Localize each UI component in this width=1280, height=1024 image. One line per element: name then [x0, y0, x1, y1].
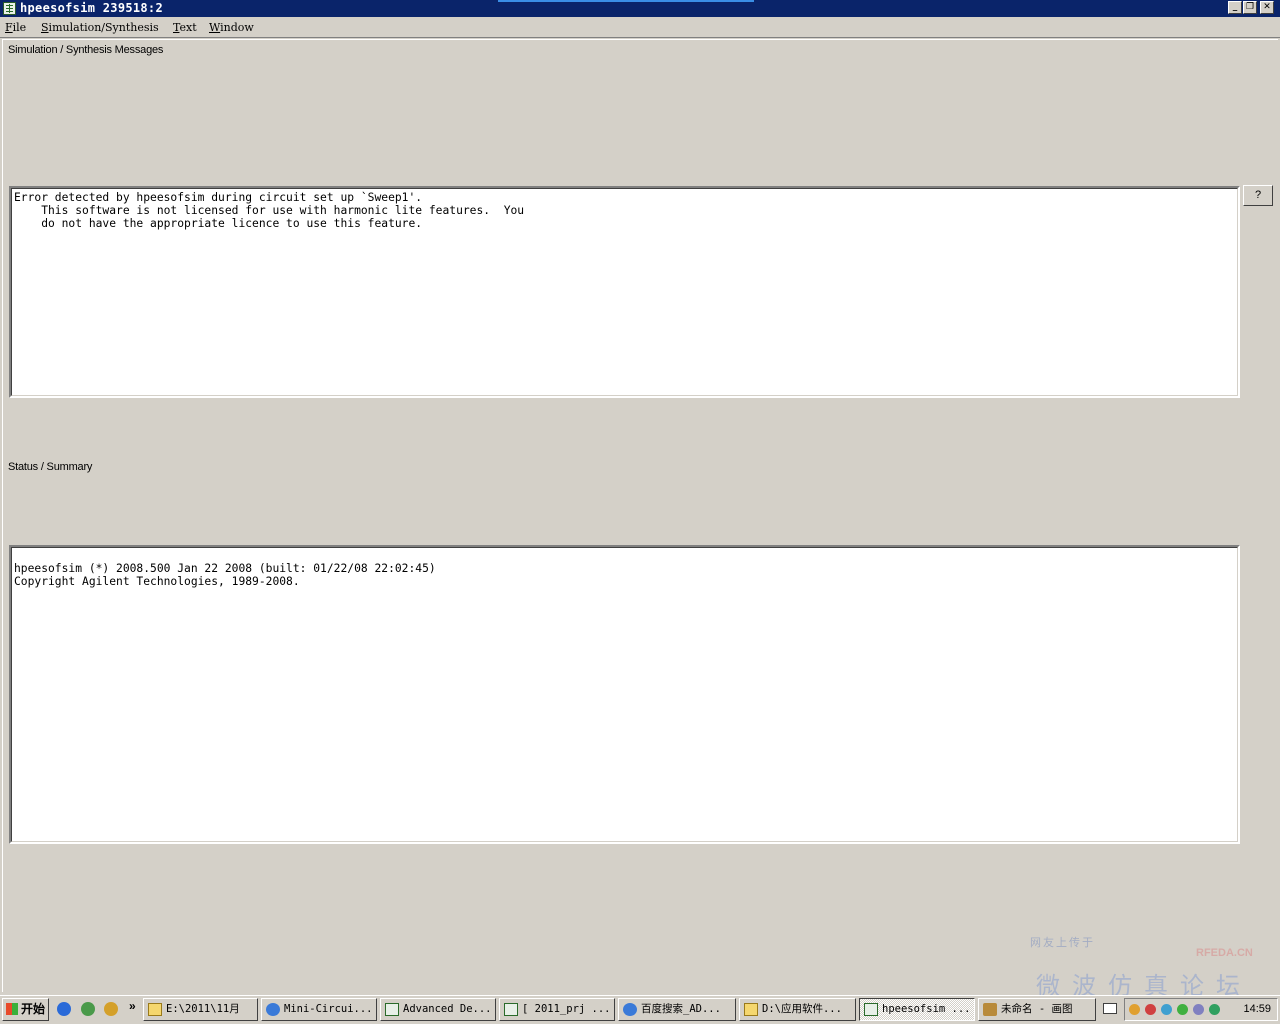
title-accent-strip — [498, 0, 754, 2]
help-button[interactable]: ? — [1243, 185, 1273, 206]
quicklaunch-chevron-icon[interactable]: » — [129, 999, 136, 1013]
client-area — [2, 39, 1278, 992]
task-label: 百度搜索_AD... — [641, 1003, 721, 1015]
tray-messenger-icon[interactable] — [1161, 1004, 1172, 1015]
task-hpeesofsim[interactable]: hpeesofsim ... — [859, 998, 975, 1021]
task-label: 未命名 - 画图 — [1001, 1003, 1073, 1015]
task-folder-d-apps[interactable]: D:\应用软件... — [739, 998, 856, 1021]
system-tray: 14:59 — [1124, 998, 1278, 1021]
menu-text[interactable]: Text — [173, 21, 197, 34]
start-label: 开始 — [21, 1002, 46, 1016]
tray-volume-icon[interactable] — [1193, 1004, 1204, 1015]
ie-icon — [266, 1003, 280, 1016]
tray-network-icon[interactable] — [1129, 1004, 1140, 1015]
desktop-quicklaunch-icon[interactable] — [104, 1002, 118, 1016]
ads-icon — [504, 1003, 518, 1016]
task-label: hpeesofsim ... — [882, 1003, 971, 1015]
task-label: E:\2011\11月 — [166, 1003, 240, 1015]
task-advanced-design[interactable]: Advanced De... — [380, 998, 496, 1021]
restore-button[interactable]: ❐ — [1243, 1, 1257, 14]
tray-antivirus-icon[interactable] — [1209, 1004, 1220, 1015]
task-label: Mini-Circui... — [284, 1003, 373, 1015]
clock[interactable]: 14:59 — [1243, 1003, 1271, 1015]
task-baidu-search[interactable]: 百度搜索_AD... — [618, 998, 736, 1021]
close-icon: ✕ — [1263, 2, 1271, 12]
paint-icon — [983, 1003, 997, 1016]
messages-panel[interactable]: Error detected by hpeesofsim during circ… — [9, 186, 1240, 398]
messages-text: Error detected by hpeesofsim during circ… — [14, 191, 525, 230]
ads-icon — [864, 1003, 878, 1016]
taskbar: 开始 » E:\2011\11月 Mini-Circui... Advanced… — [0, 995, 1280, 1024]
menu-file[interactable]: File — [5, 21, 26, 34]
window-title: hpeesofsim 239518:2 — [20, 1, 163, 15]
media-quicklaunch-icon[interactable] — [81, 1002, 95, 1016]
minimize-button[interactable]: _ — [1228, 1, 1242, 14]
menu-window[interactable]: Window — [209, 21, 254, 34]
messages-label: Simulation / Synthesis Messages — [8, 44, 164, 56]
folder-icon — [148, 1003, 162, 1016]
title-bar[interactable]: hpeesofsim 239518:2 _ ❐ ✕ — [0, 0, 1280, 17]
watermark-top-text: 网友上传于 — [1030, 937, 1095, 949]
close-button[interactable]: ✕ — [1260, 1, 1274, 14]
watermark: 网友上传于 RFEDA.CN 微波仿真论坛 — [1016, 930, 1270, 1000]
app-icon[interactable] — [3, 2, 16, 15]
task-label: Advanced De... — [403, 1003, 492, 1015]
status-text: hpeesofsim (*) 2008.500 Jan 22 2008 (bui… — [14, 562, 436, 588]
ie-quicklaunch-icon[interactable] — [57, 1002, 71, 1016]
task-2011-prj[interactable]: [ 2011_prj ... — [499, 998, 615, 1021]
task-paint[interactable]: 未命名 - 画图 — [978, 998, 1096, 1021]
watermark-brand: RFEDA.CN — [1196, 947, 1253, 959]
task-label: [ 2011_prj ... — [522, 1003, 611, 1015]
task-folder-e-2011[interactable]: E:\2011\11月 — [143, 998, 258, 1021]
ads-icon — [385, 1003, 399, 1016]
keyboard-icon[interactable] — [1103, 1003, 1117, 1014]
ie-icon — [623, 1003, 637, 1016]
start-button[interactable]: 开始 — [2, 998, 49, 1021]
tray-security-icon[interactable] — [1145, 1004, 1156, 1015]
task-label: D:\应用软件... — [762, 1003, 842, 1015]
tray-update-icon[interactable] — [1177, 1004, 1188, 1015]
status-panel[interactable]: hpeesofsim (*) 2008.500 Jan 22 2008 (bui… — [9, 545, 1240, 844]
restore-icon: ❐ — [1245, 2, 1255, 12]
menu-bar: File Simulation/Synthesis Text Window — [0, 18, 1280, 38]
menu-simulation-synthesis[interactable]: Simulation/Synthesis — [41, 21, 159, 34]
windows-flag-icon — [6, 1003, 18, 1015]
task-mini-circuits[interactable]: Mini-Circui... — [261, 998, 377, 1021]
status-label: Status / Summary — [8, 461, 93, 473]
minimize-icon: _ — [1232, 2, 1238, 12]
folder-icon — [744, 1003, 758, 1016]
